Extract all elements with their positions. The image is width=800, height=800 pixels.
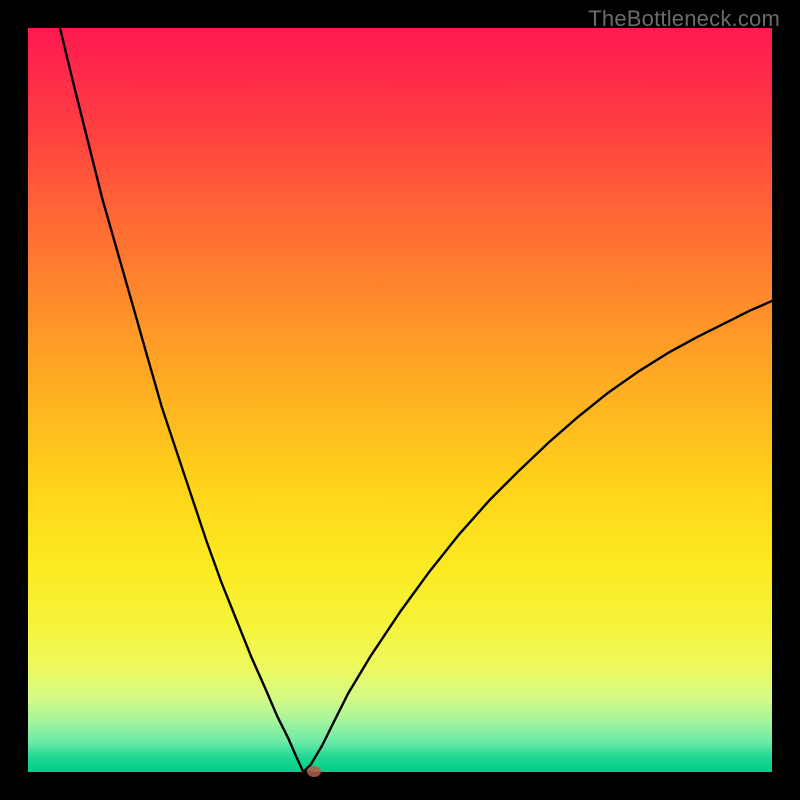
watermark-text: TheBottleneck.com (588, 6, 780, 32)
chart-frame: TheBottleneck.com (0, 0, 800, 800)
bottleneck-curve (28, 28, 772, 772)
notch-marker (307, 766, 321, 777)
plot-area (28, 28, 772, 772)
